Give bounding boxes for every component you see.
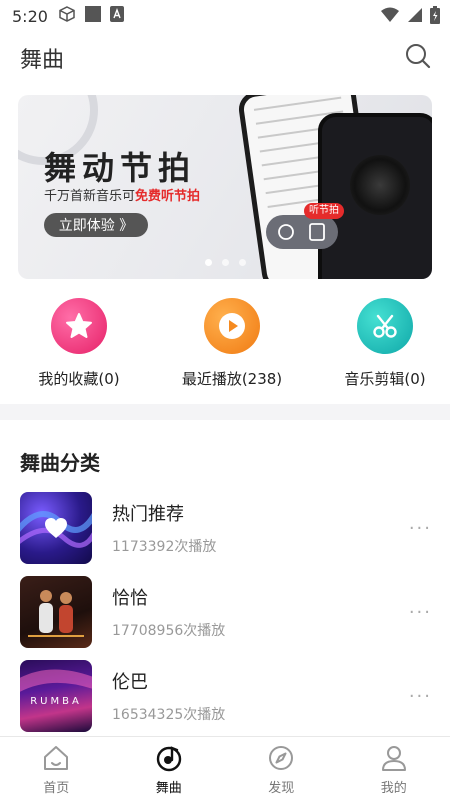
list-item[interactable]: RUMBA 伦巴 16534325次播放 ··· — [0, 658, 450, 742]
nav-profile[interactable]: 我的 — [338, 737, 450, 800]
beat-bubble — [266, 215, 338, 249]
signal-icon — [406, 6, 424, 28]
banner-subtitle-highlight: 免费听节拍 — [135, 189, 201, 204]
rumba-thumb-text: RUMBA — [30, 696, 82, 707]
favorites-label: 我的收藏(0) — [38, 370, 120, 388]
try-now-button[interactable]: 立即体验 》 — [44, 213, 148, 237]
carousel-dot[interactable] — [238, 259, 246, 266]
banner-subtitle-prefix: 千万首新音乐可 — [44, 189, 136, 204]
category-thumbnail: RUMBA — [20, 660, 92, 732]
favorites-icon-circle — [51, 298, 107, 354]
nav-dance-label: 舞曲 — [155, 781, 182, 796]
home-icon — [44, 746, 69, 770]
carousel-dot[interactable] — [221, 259, 229, 266]
recent-icon-circle — [204, 298, 260, 354]
wifi-icon — [380, 6, 400, 28]
category-name: 伦巴 — [112, 672, 148, 693]
category-play-count: 16534325次播放 — [112, 707, 226, 723]
compass-icon — [269, 746, 294, 770]
music-clip-label: 音乐剪辑(0) — [344, 370, 426, 388]
music-clip-button[interactable]: 音乐剪辑(0) — [310, 298, 450, 389]
nav-home-label: 首页 — [43, 781, 70, 796]
quick-actions: 我的收藏(0) 最近播放(238) 音乐剪辑(0) — [0, 298, 450, 398]
nav-discover-label: 发现 — [268, 781, 295, 796]
clip-icon-circle — [357, 298, 413, 354]
recent-plays-button[interactable]: 最近播放(238) — [157, 298, 307, 389]
section-divider — [0, 404, 450, 420]
beat-tag: 听节拍 — [304, 203, 344, 219]
recent-plays-label: 最近播放(238) — [181, 370, 283, 388]
banner-subtitle: 千万首新音乐可免费听节拍 — [44, 185, 200, 204]
carousel-dot[interactable] — [204, 259, 212, 266]
nav-home[interactable]: 首页 — [0, 737, 113, 800]
a-badge-icon — [109, 6, 124, 26]
status-time: 5:20 — [12, 6, 48, 26]
play-icon — [219, 313, 245, 339]
app-header: 舞曲 — [0, 36, 450, 80]
status-bar: 5:20 — [0, 0, 450, 32]
category-play-count: 1173392次播放 — [112, 539, 217, 555]
category-list: 热门推荐 1173392次播放 ··· 恰恰 17708956次播放 ··· R… — [0, 490, 450, 742]
category-name: 热门推荐 — [112, 504, 184, 525]
favorites-button[interactable]: 我的收藏(0) — [4, 298, 154, 389]
nav-dance[interactable]: 舞曲 — [113, 737, 226, 800]
carousel-dots — [18, 259, 432, 266]
category-name: 恰恰 — [112, 588, 148, 609]
star-icon — [66, 313, 92, 338]
bottom-navigation: 首页 舞曲 发现 我的 — [0, 736, 450, 800]
banner-title: 舞动节拍 — [44, 149, 197, 187]
profile-icon — [381, 746, 406, 771]
nav-profile-label: 我的 — [380, 781, 407, 796]
category-thumbnail — [20, 492, 92, 564]
phone-mockup-player — [318, 113, 432, 279]
battery-icon — [430, 6, 440, 28]
more-options-icon[interactable]: ··· — [409, 518, 432, 539]
music-disc-icon — [156, 746, 181, 772]
promo-banner[interactable]: 听节拍 舞动节拍 千万首新音乐可免费听节拍 立即体验 》 — [18, 95, 432, 279]
list-item[interactable]: 恰恰 17708956次播放 ··· — [0, 574, 450, 658]
category-play-count: 17708956次播放 — [112, 623, 226, 639]
category-thumbnail — [20, 576, 92, 648]
scissors-icon — [373, 314, 397, 338]
search-button[interactable] — [404, 42, 432, 70]
page-title: 舞曲 — [20, 48, 65, 73]
category-section-title: 舞曲分类 — [20, 451, 100, 475]
more-options-icon[interactable]: ··· — [409, 602, 432, 623]
album-disc-image — [350, 155, 410, 215]
list-item[interactable]: 热门推荐 1173392次播放 ··· — [0, 490, 450, 574]
search-icon — [406, 44, 431, 69]
square-icon — [84, 5, 102, 27]
more-options-icon[interactable]: ··· — [409, 686, 432, 707]
nav-discover[interactable]: 发现 — [225, 737, 338, 800]
box-icon — [58, 5, 76, 27]
